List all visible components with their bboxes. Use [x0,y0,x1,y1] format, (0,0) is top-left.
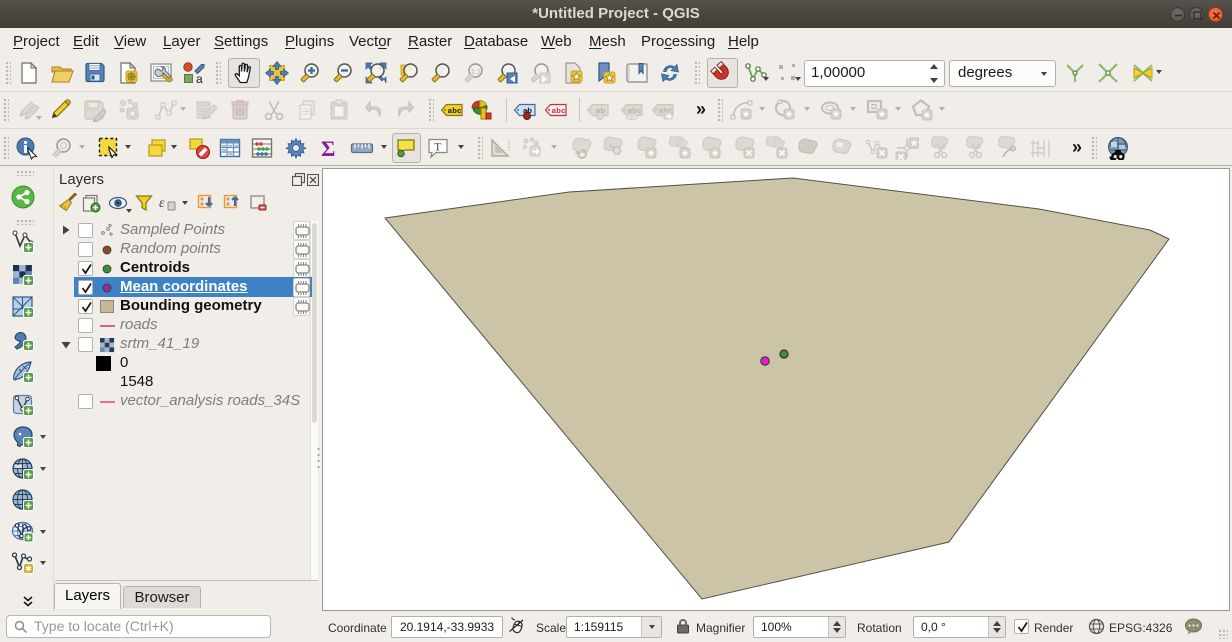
svg-text:T: T [434,140,442,154]
svg-text:abc: abc [628,106,642,115]
svg-text:abc: abc [552,106,566,115]
svg-text:abc: abc [448,106,462,115]
svg-text:Σ: Σ [321,136,335,160]
svg-text:ε: ε [159,196,165,211]
svg-text:1:1: 1:1 [471,69,481,76]
svg-text:a: a [196,72,203,85]
